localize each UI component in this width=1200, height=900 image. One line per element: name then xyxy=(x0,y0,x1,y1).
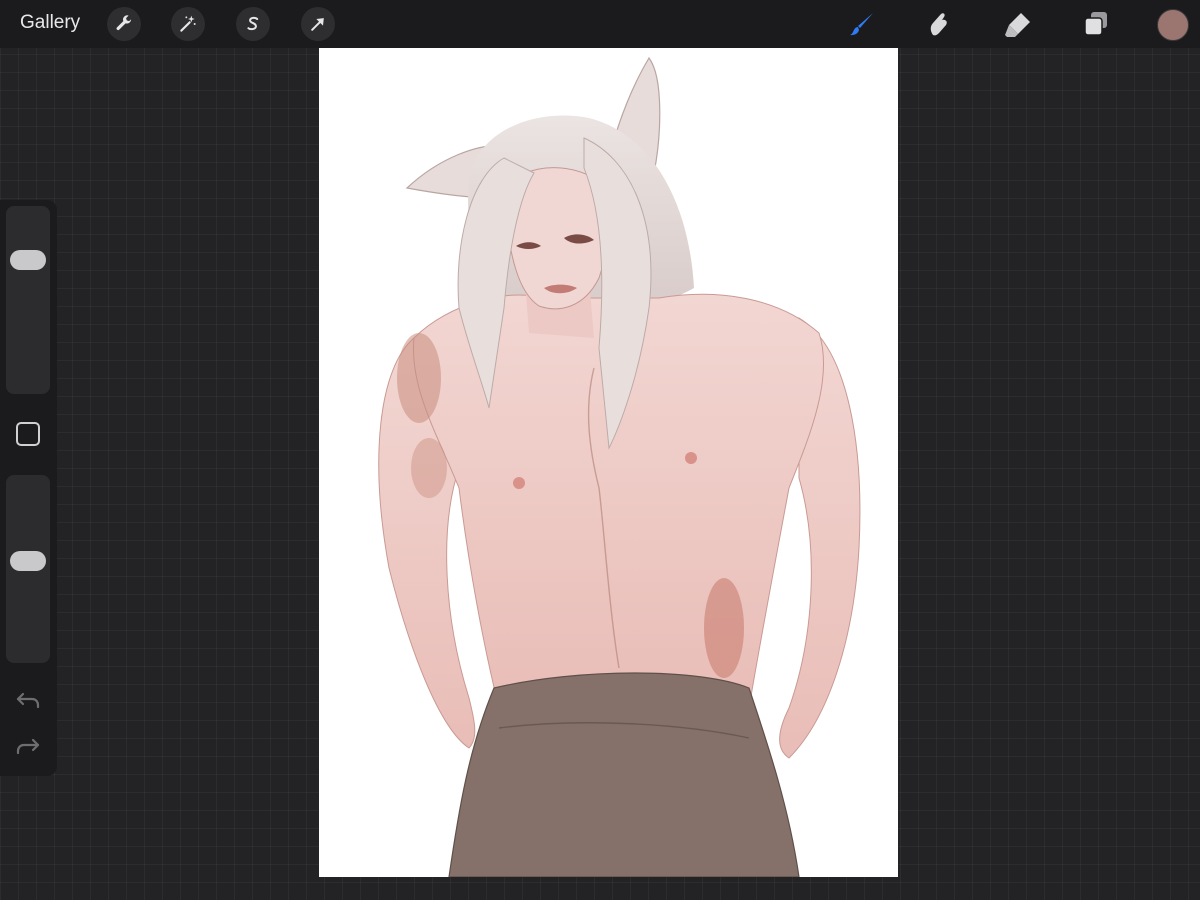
gallery-button[interactable]: Gallery xyxy=(20,12,80,34)
wrench-icon xyxy=(116,15,132,31)
layers-button[interactable] xyxy=(1080,8,1112,40)
selection-button[interactable] xyxy=(236,7,270,41)
side-tattoo xyxy=(704,578,744,678)
color-swatch[interactable] xyxy=(1157,9,1189,41)
brush-size-slider[interactable] xyxy=(6,206,50,394)
eraser-icon xyxy=(1005,13,1030,37)
undo-arrow-icon xyxy=(16,692,40,709)
undo-button[interactable] xyxy=(14,688,42,712)
opacity-thumb[interactable] xyxy=(10,551,46,571)
smudge-finger-icon xyxy=(930,13,947,36)
shoulder-tattoo xyxy=(397,333,441,423)
brush-icon xyxy=(850,13,873,36)
artwork-illustration xyxy=(378,56,861,877)
drawing-canvas[interactable] xyxy=(319,48,898,877)
magic-wand-icon xyxy=(180,15,196,32)
modify-square-button[interactable] xyxy=(16,422,40,446)
actions-button[interactable] xyxy=(107,7,141,41)
redo-button[interactable] xyxy=(14,734,42,758)
opacity-slider[interactable] xyxy=(6,475,50,663)
selection-s-icon xyxy=(247,16,259,31)
redo-arrow-icon xyxy=(16,738,40,755)
layers-icon xyxy=(1084,12,1107,36)
brush-tool-button[interactable] xyxy=(846,8,878,40)
left-sidebar xyxy=(0,200,57,776)
arm-tattoo xyxy=(411,438,447,498)
transform-button[interactable] xyxy=(301,7,335,41)
waist-cloth xyxy=(448,672,800,877)
smudge-tool-button[interactable] xyxy=(922,8,954,40)
arrow-cursor-icon xyxy=(311,18,324,31)
eraser-tool-button[interactable] xyxy=(1002,8,1034,40)
left-nipple xyxy=(513,477,525,489)
top-toolbar: Gallery xyxy=(0,0,1200,48)
brush-size-thumb[interactable] xyxy=(10,250,46,270)
adjustments-button[interactable] xyxy=(171,7,205,41)
right-nipple xyxy=(685,452,697,464)
